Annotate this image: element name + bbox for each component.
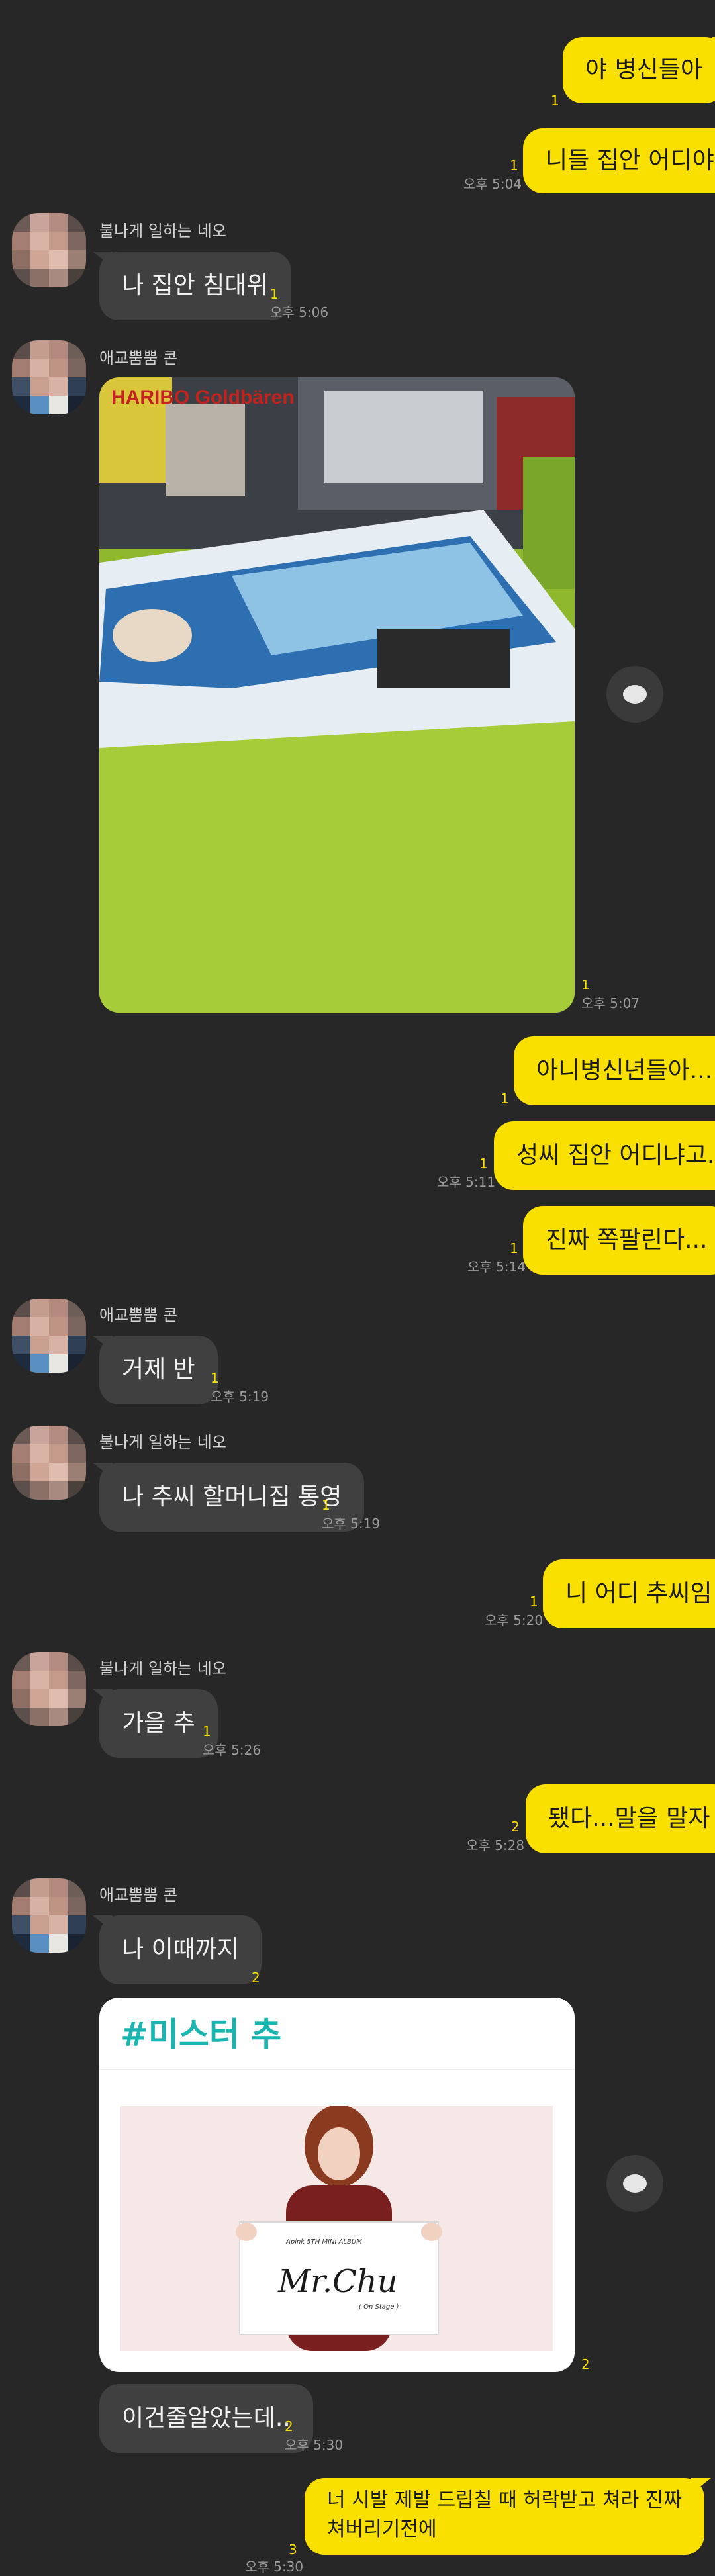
- message-time: 오후 5:26: [203, 1742, 262, 1758]
- unread-count: 1: [479, 1156, 488, 1172]
- photo-message[interactable]: HARIBO Goldbären: [99, 377, 575, 1013]
- message-text: 이건줄알았는데..: [122, 2405, 291, 2432]
- sender-name: 불나게 일하는 네오: [99, 1659, 226, 1678]
- sender-name: 애교뿜뿜 콘: [99, 349, 178, 367]
- my-message-bubble[interactable]: 야 병신들아: [563, 37, 715, 103]
- sender-name: 애교뿜뿜 콘: [99, 1306, 178, 1324]
- unread-count: 1: [270, 286, 279, 302]
- message-time: 오후 5:28: [466, 1837, 525, 1853]
- message-time: 오후 5:19: [211, 1389, 269, 1404]
- sender-name: 불나게 일하는 네오: [99, 222, 226, 240]
- unread-count: 1: [581, 977, 590, 993]
- share-button[interactable]: [606, 666, 663, 723]
- album-small-text: Apink 5TH MINI ALBUM: [286, 2238, 362, 2246]
- album-image: Apink 5TH MINI ALBUM Mr.Chu ( On Stage ): [120, 2106, 553, 2351]
- message-text: 나 집안 침대위: [122, 272, 269, 299]
- message-text: 됐다...말을 말자: [548, 1805, 710, 1832]
- message-time: 오후 5:14: [467, 1259, 526, 1275]
- message-text: 니 어디 추씨임: [565, 1580, 712, 1607]
- unread-count: 2: [511, 1819, 520, 1835]
- share-icon: [623, 2174, 647, 2193]
- album-subtitle: ( On Stage ): [359, 2303, 399, 2311]
- my-message-bubble[interactable]: 니 어디 추씨임: [543, 1559, 715, 1628]
- message-time: 오후 5:19: [322, 1516, 381, 1532]
- their-message-bubble[interactable]: 거제 반: [93, 1336, 218, 1404]
- their-message-bubble[interactable]: 나 집안 침대위: [93, 252, 291, 320]
- unread-count: 2: [252, 1970, 260, 1986]
- sender-name: 불나게 일하는 네오: [99, 1433, 226, 1451]
- unread-count: 1: [510, 158, 518, 173]
- unread-count: 1: [551, 93, 559, 109]
- search-result-card[interactable]: #미스터 추 Apink 5TH MINI ALBUM Mr.Chu ( On …: [99, 1998, 575, 2372]
- message-text: 나 추씨 할머니집 통영: [122, 1483, 342, 1510]
- avatar[interactable]: [12, 1299, 86, 1373]
- message-time: 오후 5:06: [270, 304, 329, 320]
- avatar[interactable]: [12, 213, 86, 287]
- avatar[interactable]: [12, 1652, 86, 1726]
- message-time: 오후 5:07: [581, 995, 640, 1011]
- my-message-bubble[interactable]: 아니병신년들아...: [514, 1036, 715, 1105]
- message-text-line: 쳐버리기전에: [327, 2518, 437, 2541]
- avatar[interactable]: [12, 340, 86, 414]
- message-time: 오후 5:11: [437, 1174, 496, 1190]
- unread-count: 1: [211, 1370, 219, 1386]
- my-message-bubble[interactable]: 성씨 집안 어디냐고..: [494, 1121, 715, 1190]
- message-text: 진짜 쪽팔린다...: [546, 1226, 708, 1254]
- photo-image: HARIBO Goldbären: [99, 377, 575, 1013]
- message-time: 오후 5:04: [463, 176, 522, 192]
- unread-count: 1: [501, 1091, 509, 1107]
- message-text: 가을 추: [122, 1710, 195, 1737]
- album-title: Mr.Chu: [278, 2263, 398, 2300]
- avatar[interactable]: [12, 1426, 86, 1500]
- unread-count: 2: [581, 2356, 590, 2372]
- share-button[interactable]: [606, 2155, 663, 2212]
- message-text: 아니병신년들아...: [536, 1057, 713, 1084]
- unread-count: 1: [530, 1594, 538, 1610]
- unread-count: 1: [322, 1497, 330, 1513]
- message-text: 성씨 집안 어디냐고..: [516, 1142, 715, 1169]
- sender-name: 애교뿜뿜 콘: [99, 1886, 178, 1904]
- their-message-bubble[interactable]: 이건줄알았는데..: [99, 2384, 313, 2453]
- message-time: 오후 5:30: [285, 2437, 344, 2453]
- unread-count: 2: [285, 2418, 293, 2434]
- unread-count: 1: [203, 1724, 211, 1739]
- my-message-bubble[interactable]: 진짜 쪽팔린다...: [523, 1206, 715, 1275]
- unread-count: 1: [510, 1240, 518, 1256]
- their-message-bubble[interactable]: 나 이때까지: [92, 1915, 262, 1984]
- album-photo: [120, 2106, 553, 2351]
- message-text: 나 이때까지: [122, 1936, 240, 1963]
- their-message-bubble[interactable]: 가을 추: [93, 1689, 218, 1758]
- avatar[interactable]: [12, 1878, 86, 1953]
- my-message-bubble[interactable]: 너 시발 제발 드립칠 때 허락받고 쳐라 진짜 쳐버리기전에: [305, 2478, 711, 2555]
- unread-count: 3: [289, 2542, 297, 2557]
- message-text-line: 너 시발 제발 드립칠 때 허락받고 쳐라 진짜: [327, 2489, 682, 2512]
- message-text: 니들 집안 어디야: [546, 147, 714, 174]
- message-text: 야 병신들아: [585, 56, 703, 83]
- card-title: #미스터 추: [120, 2015, 282, 2054]
- message-time: 오후 5:30: [245, 2559, 304, 2575]
- message-time: 오후 5:20: [485, 1612, 544, 1628]
- photo-text: HARIBO Goldbären: [111, 387, 295, 408]
- my-message-bubble[interactable]: 됐다...말을 말자: [526, 1784, 715, 1853]
- share-icon: [623, 685, 647, 704]
- message-text: 거제 반: [122, 1356, 195, 1383]
- my-message-bubble[interactable]: 니들 집안 어디야: [523, 128, 715, 193]
